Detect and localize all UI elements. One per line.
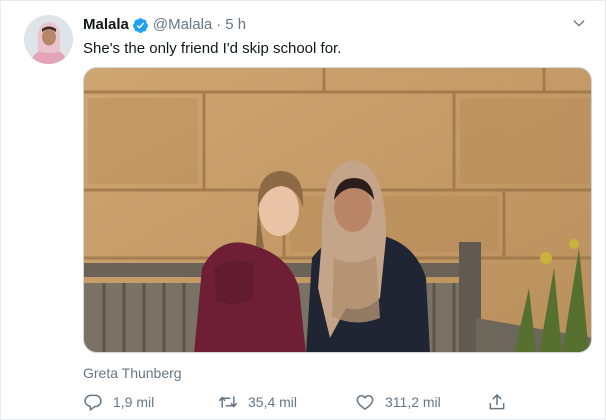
- verified-badge-icon: [132, 17, 148, 33]
- tweet-actions: 1,9 mil 35,4 mil 311,2 mil: [83, 391, 513, 413]
- tweet-timestamp[interactable]: 5 h: [225, 15, 246, 35]
- author-name[interactable]: Malala: [83, 15, 129, 35]
- avatar-image: [24, 15, 73, 64]
- tweet-header: Malala @Malala · 5 h: [83, 15, 246, 35]
- avatar[interactable]: [24, 15, 73, 64]
- retweet-icon: [218, 396, 238, 408]
- tweet-photo[interactable]: [83, 67, 592, 353]
- like-count: 311,2 mil: [385, 394, 441, 410]
- retweet-count: 35,4 mil: [248, 394, 298, 410]
- like-button[interactable]: 311,2 mil: [355, 391, 441, 413]
- reply-icon: [84, 394, 102, 411]
- heart-icon: [356, 395, 374, 410]
- photo-image: [84, 68, 591, 352]
- tweet-card[interactable]: Malala @Malala · 5 h She's the only frie…: [0, 0, 606, 420]
- tagged-user[interactable]: Greta Thunberg: [83, 363, 182, 383]
- chevron-down-icon[interactable]: [571, 15, 587, 31]
- reply-button[interactable]: 1,9 mil: [83, 391, 154, 413]
- tweet-text: She's the only friend I'd skip school fo…: [83, 40, 342, 57]
- share-icon: [489, 394, 505, 410]
- retweet-button[interactable]: 35,4 mil: [218, 391, 297, 413]
- separator-dot: ·: [216, 16, 222, 33]
- author-handle[interactable]: @Malala: [153, 15, 212, 35]
- reply-count: 1,9 mil: [113, 394, 155, 410]
- share-button[interactable]: [487, 391, 507, 413]
